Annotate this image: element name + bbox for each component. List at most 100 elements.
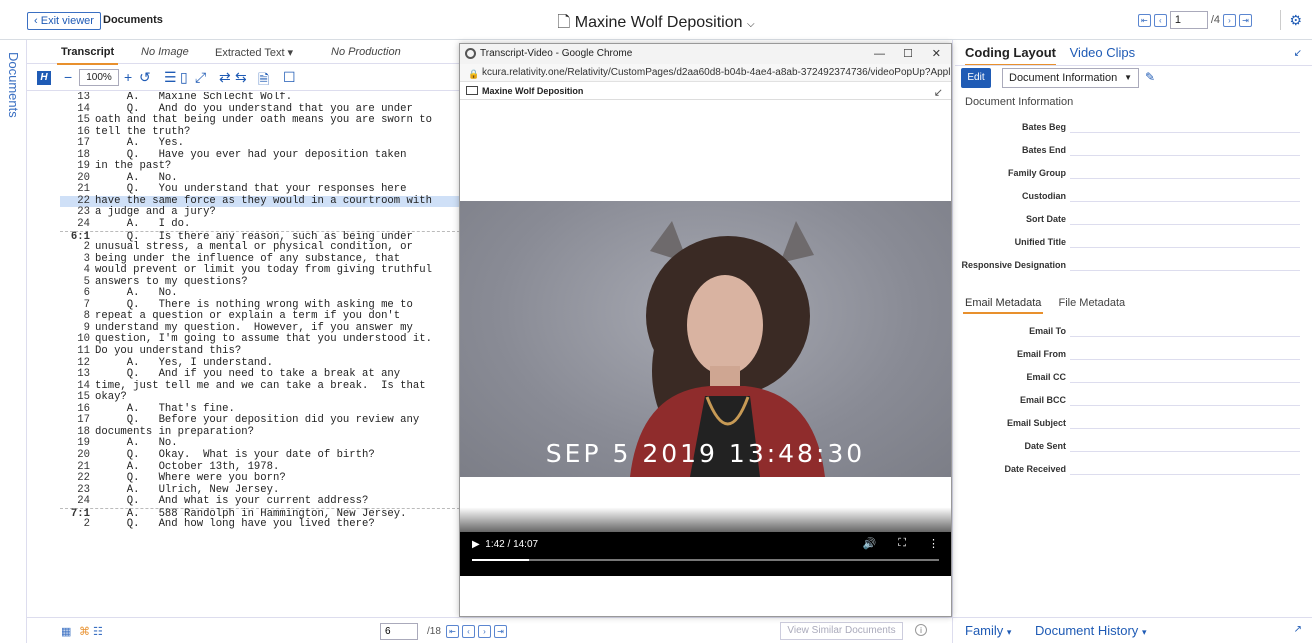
view-similar-documents-button[interactable]: View Similar Documents <box>780 622 903 640</box>
family-button[interactable]: Family ▾ <box>965 623 1011 638</box>
maximize-icon[interactable]: ☐ <box>903 44 913 64</box>
gear-icon[interactable]: ⚙ <box>1289 12 1302 29</box>
field-value[interactable] <box>1070 359 1300 360</box>
field-value[interactable] <box>1070 270 1300 271</box>
field-label: Date Received <box>1004 464 1066 474</box>
section-title: Document Information <box>965 96 1074 108</box>
tab-coding-layout[interactable]: Coding Layout <box>965 45 1056 60</box>
fit-page-icon[interactable]: ▯ <box>180 69 188 86</box>
field-value[interactable] <box>1070 428 1300 429</box>
exit-viewer-button[interactable]: ‹ Exit viewer <box>27 12 101 30</box>
fullscreen-icon[interactable]: ⤢ <box>195 69 206 86</box>
line-number: 20 <box>77 448 90 461</box>
transcript-line[interactable]: 24 Q. And what is your current address? <box>60 495 460 508</box>
field-value[interactable] <box>1070 132 1300 133</box>
chevron-down-icon[interactable]: ⌵ <box>747 19 755 30</box>
field-value[interactable] <box>1070 336 1300 337</box>
first-document-icon[interactable]: ⇤ <box>1137 13 1151 27</box>
next-document-icon[interactable]: › <box>1223 13 1236 27</box>
document-history-button[interactable]: Document History ▾ <box>1035 623 1146 638</box>
document-index-input[interactable] <box>1169 11 1208 29</box>
line-text: A. No. <box>95 171 178 184</box>
field-value[interactable] <box>1070 405 1300 406</box>
line-text: Q. And do you understand that you are un… <box>95 102 413 115</box>
rotate-icon[interactable]: ↺ <box>139 69 151 86</box>
url-bar[interactable]: 🔒 kcura.relativity.one/Relativity/Custom… <box>460 64 951 82</box>
field-value[interactable] <box>1070 451 1300 452</box>
volume-icon[interactable]: 🔊 <box>863 537 877 550</box>
line-number: 11 <box>77 345 90 358</box>
document-title[interactable]: Maxine Wolf Deposition <box>575 14 743 31</box>
note-icon[interactable]: ☐ <box>283 69 296 86</box>
line-text: question, I'm going to assume that you u… <box>95 333 432 346</box>
divider <box>1280 10 1281 30</box>
line-number: 13 <box>77 92 90 103</box>
link-icon[interactable]: ⇄ <box>219 69 231 86</box>
highlight-icon[interactable]: H <box>37 71 51 85</box>
layout-select[interactable]: Document Information ▼ <box>1002 68 1139 88</box>
last-page-icon[interactable]: ⇥ <box>494 625 507 638</box>
close-icon[interactable]: ✕ <box>932 44 941 64</box>
field-value[interactable] <box>1070 224 1300 225</box>
edit-button[interactable]: Edit <box>961 68 991 88</box>
line-text: A. October 13th, 1978. <box>95 460 280 473</box>
previous-page-icon[interactable]: ‹ <box>462 625 475 638</box>
line-text: A. That's fine. <box>95 402 235 415</box>
side-rail: Documents <box>0 40 27 643</box>
persistent-highlight-icon[interactable]: ⌘ <box>79 625 90 638</box>
next-page-icon[interactable]: › <box>478 625 491 638</box>
play-icon[interactable]: ▶ <box>472 539 480 550</box>
zoom-in-icon[interactable]: + <box>124 69 132 85</box>
field-value[interactable] <box>1070 155 1300 156</box>
last-document-icon[interactable]: ⇥ <box>1239 13 1252 27</box>
field-value[interactable] <box>1070 247 1300 248</box>
field-value[interactable] <box>1070 201 1300 202</box>
previous-document-icon[interactable]: ‹ <box>1153 13 1167 27</box>
field-label: Sort Date <box>1025 214 1066 224</box>
zoom-out-icon[interactable]: − <box>64 69 72 85</box>
page-input[interactable] <box>380 623 418 640</box>
popup-titlebar[interactable]: Transcript-Video - Google Chrome — ☐ ✕ <box>460 44 951 64</box>
tab-transcript[interactable]: Transcript <box>56 46 119 65</box>
transcript-line[interactable]: 2 Q. And how long have you lived there? <box>60 518 460 531</box>
unlink-icon[interactable]: ⇆ <box>235 69 247 86</box>
field-value[interactable] <box>1070 474 1300 475</box>
more-options-icon[interactable]: ⋮ <box>928 537 939 550</box>
video-player[interactable]: SEP 5 2019 13:48:30 ▶ 1:42 / 14:07 🔊 ⛶ ⋮ <box>460 201 951 576</box>
field-value[interactable] <box>1070 178 1300 179</box>
expand-icon[interactable]: ↗ <box>1294 624 1302 635</box>
video-time: 1:42 / 14:07 <box>485 539 539 550</box>
video-progress-bar[interactable] <box>472 559 939 561</box>
line-number: 15 <box>77 114 90 127</box>
viewer-tabs: Transcript No Image Extracted Text ▾ No … <box>27 40 459 65</box>
minimize-icon[interactable]: — <box>874 44 885 64</box>
tab-email-metadata[interactable]: Email Metadata <box>965 297 1041 309</box>
coding-pane: Coding Layout Video Clips ↙ Edit Documen… <box>955 40 1312 617</box>
thumbnail-icon[interactable]: ▦ <box>61 625 71 638</box>
pdf-icon[interactable]: 🗎 <box>258 69 269 93</box>
transcript-line[interactable]: 24 A. I do. <box>60 218 460 231</box>
pane-divider[interactable] <box>952 40 953 643</box>
first-page-icon[interactable]: ⇤ <box>446 625 459 638</box>
popout-icon[interactable]: ↙ <box>934 84 943 102</box>
line-text: answers to my questions? <box>95 275 248 288</box>
line-text: Q. Okay. What is your date of birth? <box>95 448 375 461</box>
line-text: have the same force as they would in a c… <box>95 194 432 207</box>
collapse-icon[interactable]: ↙ <box>1294 48 1302 59</box>
pencil-icon[interactable]: ✎ <box>1145 70 1155 84</box>
tab-video-clips[interactable]: Video Clips <box>1070 45 1136 60</box>
tab-no-image[interactable]: No Image <box>141 46 189 58</box>
related-items-icon[interactable]: ☷ <box>93 625 103 638</box>
tab-no-production[interactable]: No Production <box>331 46 401 58</box>
tab-file-metadata[interactable]: File Metadata <box>1059 297 1126 309</box>
line-number: 2 <box>83 518 90 531</box>
fit-width-icon[interactable]: ☰ <box>164 69 177 86</box>
field-value[interactable] <box>1070 382 1300 383</box>
line-text: Q. Have you ever had your deposition tak… <box>95 148 407 161</box>
tab-extracted-text[interactable]: Extracted Text ▾ <box>215 46 293 59</box>
line-text: Q. And what is your current address? <box>95 495 369 508</box>
info-icon[interactable]: i <box>915 624 927 636</box>
zoom-level[interactable]: 100% <box>79 69 119 86</box>
fullscreen-icon[interactable]: ⛶ <box>898 537 906 550</box>
documents-rail-tab[interactable]: Documents <box>6 52 21 118</box>
